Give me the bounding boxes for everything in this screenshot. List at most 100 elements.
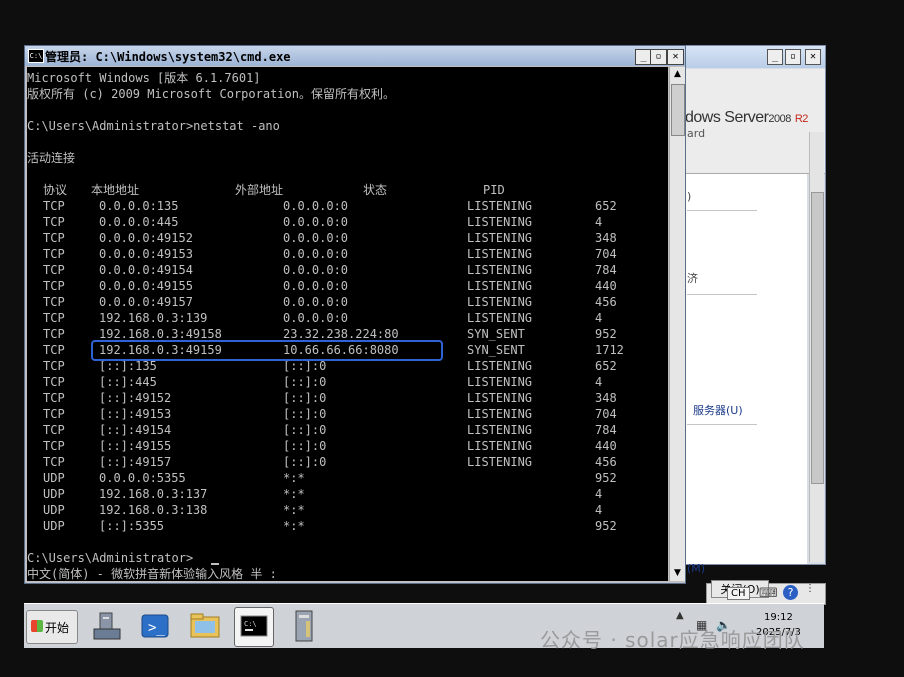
command-prompt[interactable]: C:\Users\Administrator> — [27, 550, 193, 566]
bottom-toolbar: 关闭(O) CH ⌨ ? ⋮ — [706, 580, 826, 605]
cmd-window: C:\ 管理员: C:\Windows\system32\cmd.exe _ ▫… — [24, 45, 686, 584]
scroll-up-arrow[interactable]: ▲ — [670, 67, 685, 82]
column-header: 状态 — [363, 183, 388, 197]
window-title: 管理员: C:\Windows\system32\cmd.exe — [45, 50, 291, 64]
table-cell: LISTENING — [467, 247, 533, 261]
server-link[interactable]: 服务器(U) — [693, 402, 743, 418]
table-cell: *:* — [283, 487, 305, 501]
explorer-folder-icon[interactable] — [186, 607, 224, 645]
table-cell: [::]:49155 — [99, 439, 172, 453]
table-cell: 1712 — [595, 343, 624, 357]
table-cell: [::]:0 — [283, 407, 327, 421]
watermark-text: 公众号 · solar应急响应团队 — [540, 628, 805, 652]
svg-text:C:\: C:\ — [244, 620, 257, 628]
keyboard-icon[interactable]: ⌨ — [759, 586, 778, 601]
table-cell: 952 — [595, 519, 617, 533]
table-cell: 4 — [595, 375, 603, 389]
table-cell: 0.0.0.0:0 — [283, 311, 349, 325]
cmd-icon: C:\ — [28, 49, 44, 63]
cmd-titlebar[interactable]: C:\ 管理员: C:\Windows\system32\cmd.exe _ ▫… — [25, 46, 685, 66]
side-link[interactable]: (M) — [687, 562, 705, 575]
scroll-down-arrow[interactable]: ▼ — [670, 566, 685, 581]
server-manager-scrollbar[interactable] — [809, 132, 824, 562]
table-cell: TCP — [43, 295, 65, 309]
table-cell: LISTENING — [467, 375, 533, 389]
table-cell: 0.0.0.0:135 — [99, 199, 179, 213]
divider — [687, 424, 757, 425]
table-cell: LISTENING — [467, 199, 533, 213]
table-cell: *:* — [283, 519, 305, 533]
table-cell: 0.0.0.0:0 — [283, 199, 349, 213]
table-cell: TCP — [43, 359, 65, 373]
start-label: 开始 — [45, 621, 70, 635]
close-button[interactable]: ✕ — [805, 49, 821, 65]
table-cell: TCP — [43, 279, 65, 293]
table-cell: UDP — [43, 519, 65, 533]
console-output[interactable]: Microsoft Windows [版本 6.1.7601] 版权所有 (c)… — [27, 67, 668, 581]
table-cell: 0.0.0.0:49152 — [99, 231, 193, 245]
table-cell: 704 — [595, 247, 617, 261]
language-indicator[interactable]: CH — [727, 587, 750, 600]
table-cell: UDP — [43, 471, 65, 485]
table-cell: 192.168.0.3:138 — [99, 503, 208, 517]
table-cell: 4 — [595, 311, 603, 325]
powershell-icon[interactable]: >_ — [136, 607, 174, 645]
options-icon[interactable]: ⋮ — [805, 584, 815, 594]
divider — [687, 210, 757, 211]
column-header: 协议 — [43, 183, 68, 197]
table-cell: 0.0.0.0:5355 — [99, 471, 186, 485]
maximize-button[interactable]: ▫ — [650, 49, 667, 65]
table-cell: 4 — [595, 487, 603, 501]
table-cell: TCP — [43, 215, 65, 229]
table-cell: TCP — [43, 199, 65, 213]
table-cell: TCP — [43, 439, 65, 453]
table-cell: LISTENING — [467, 439, 533, 453]
console-scrollbar[interactable]: ▲ ▼ — [669, 67, 685, 581]
start-button[interactable]: 开始 — [26, 610, 78, 644]
table-cell: 0.0.0.0:49154 — [99, 263, 193, 277]
maximize-button[interactable]: ▫ — [785, 49, 801, 65]
table-cell: 348 — [595, 231, 617, 245]
table-cell: LISTENING — [467, 359, 533, 373]
logo-subtitle: ard — [687, 127, 706, 140]
table-cell: UDP — [43, 487, 65, 501]
table-cell: UDP — [43, 503, 65, 517]
table-cell: 0.0.0.0:0 — [283, 263, 349, 277]
show-hidden-icons-icon[interactable]: ▲ — [676, 610, 684, 621]
close-button[interactable]: ✕ — [667, 49, 684, 65]
table-cell: 952 — [595, 327, 617, 341]
help-icon[interactable]: ? — [783, 585, 798, 600]
table-cell: SYN_SENT — [467, 343, 525, 357]
table-cell: [::]:49154 — [99, 423, 172, 437]
svg-text:>_: >_ — [148, 620, 165, 636]
table-cell: 652 — [595, 199, 617, 213]
table-cell: TCP — [43, 423, 65, 437]
scrollbar-thumb[interactable] — [671, 84, 685, 136]
table-cell: TCP — [43, 327, 65, 341]
table-cell: [::]:0 — [283, 375, 327, 389]
table-cell: 440 — [595, 279, 617, 293]
table-cell: [::]:5355 — [99, 519, 165, 533]
table-cell: LISTENING — [467, 423, 533, 437]
server-manager-icon[interactable] — [88, 607, 126, 645]
table-cell: 0.0.0.0:0 — [283, 279, 349, 293]
table-cell: [::]:0 — [283, 423, 327, 437]
table-cell: 652 — [595, 359, 617, 373]
console-line: Microsoft Windows [版本 6.1.7601] — [27, 71, 261, 85]
table-cell: 4 — [595, 503, 603, 517]
table-cell: [::]:445 — [99, 375, 157, 389]
table-cell: TCP — [43, 391, 65, 405]
cmd-taskbar-icon[interactable]: C:\ — [234, 607, 274, 647]
scrollbar-thumb[interactable] — [811, 192, 824, 484]
clock-time: 19:12 — [764, 612, 793, 623]
table-cell: TCP — [43, 455, 65, 469]
minimize-button[interactable]: _ — [767, 49, 783, 65]
server-manager-banner: dows Server2008 R2 ard — [685, 69, 825, 174]
tools-icon[interactable] — [286, 607, 324, 645]
table-cell: [::]:0 — [283, 455, 327, 469]
windows-server-logo: dows Server2008 R2 — [685, 109, 808, 126]
side-text: ) — [687, 190, 692, 203]
table-cell: 192.168.0.3:137 — [99, 487, 208, 501]
column-header: PID — [483, 183, 505, 197]
table-cell: LISTENING — [467, 295, 533, 309]
